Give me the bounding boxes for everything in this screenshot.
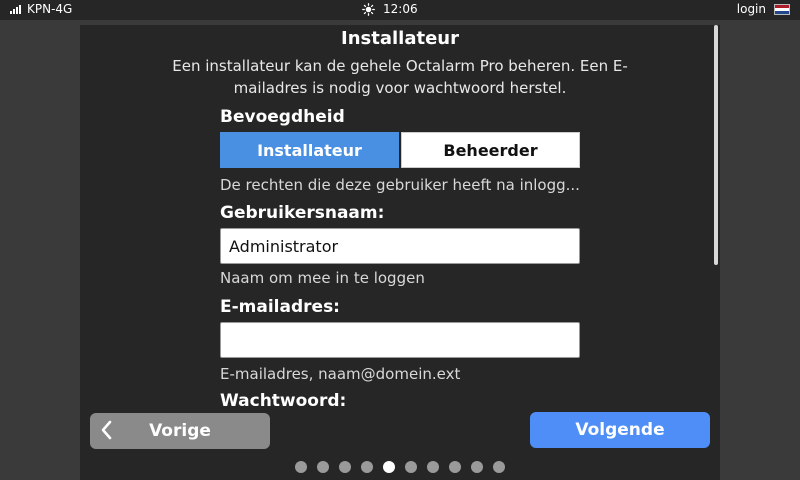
clock: 12:06 [383, 2, 418, 16]
username-field[interactable] [220, 228, 580, 264]
page-dot-2 [317, 461, 329, 473]
username-label: Gebruikersnaam: [220, 203, 385, 223]
page-dot-5 [383, 461, 395, 473]
password-label: Wachtwoord: [220, 391, 347, 407]
page-dot-8 [449, 461, 461, 473]
previous-button-label: Vorige [149, 421, 211, 441]
page-dot-10 [493, 461, 505, 473]
role-hint: De rechten die deze gebruiker heeft na i… [220, 176, 580, 194]
next-button[interactable]: Volgende [530, 412, 710, 448]
page-description: Een installateur kan de gehele Octalarm … [172, 57, 628, 97]
chevron-left-icon [100, 420, 112, 446]
role-selector: Installateur Beheerder [220, 132, 580, 168]
previous-button[interactable]: Vorige [90, 413, 270, 449]
wizard-panel: Installateur Een installateur kan de geh… [80, 25, 720, 480]
form-scroll-area[interactable]: Installateur Een installateur kan de geh… [80, 25, 714, 407]
login-link[interactable]: login [737, 2, 766, 16]
email-label: E-mailadres: [220, 297, 340, 317]
scrollbar-thumb[interactable] [714, 25, 718, 265]
status-right: login [737, 2, 790, 16]
page-dot-3 [339, 461, 351, 473]
status-center: 12:06 [362, 2, 418, 16]
signal-icon [10, 4, 21, 14]
page-indicator [295, 461, 505, 473]
scrollbar[interactable] [714, 25, 718, 405]
flag-nl-icon[interactable] [774, 3, 790, 15]
email-field[interactable] [220, 322, 580, 358]
page-title: Installateur [341, 28, 459, 49]
carrier-label: KPN-4G [27, 2, 73, 16]
email-hint: E-mailadres, naam@domein.ext [220, 365, 461, 383]
page-dot-9 [471, 461, 483, 473]
role-label: Bevoegdheid [220, 107, 345, 127]
page-dot-6 [405, 461, 417, 473]
status-bar: KPN-4G 12:06 login [0, 0, 800, 20]
page-dot-7 [427, 461, 439, 473]
username-hint: Naam om mee in te loggen [220, 269, 425, 287]
role-option-beheerder[interactable]: Beheerder [401, 132, 580, 168]
page-dot-4 [361, 461, 373, 473]
next-button-label: Volgende [575, 420, 665, 440]
sun-icon [362, 2, 375, 16]
status-left: KPN-4G [10, 2, 72, 16]
role-option-installateur[interactable]: Installateur [220, 132, 399, 168]
page-dot-1 [295, 461, 307, 473]
